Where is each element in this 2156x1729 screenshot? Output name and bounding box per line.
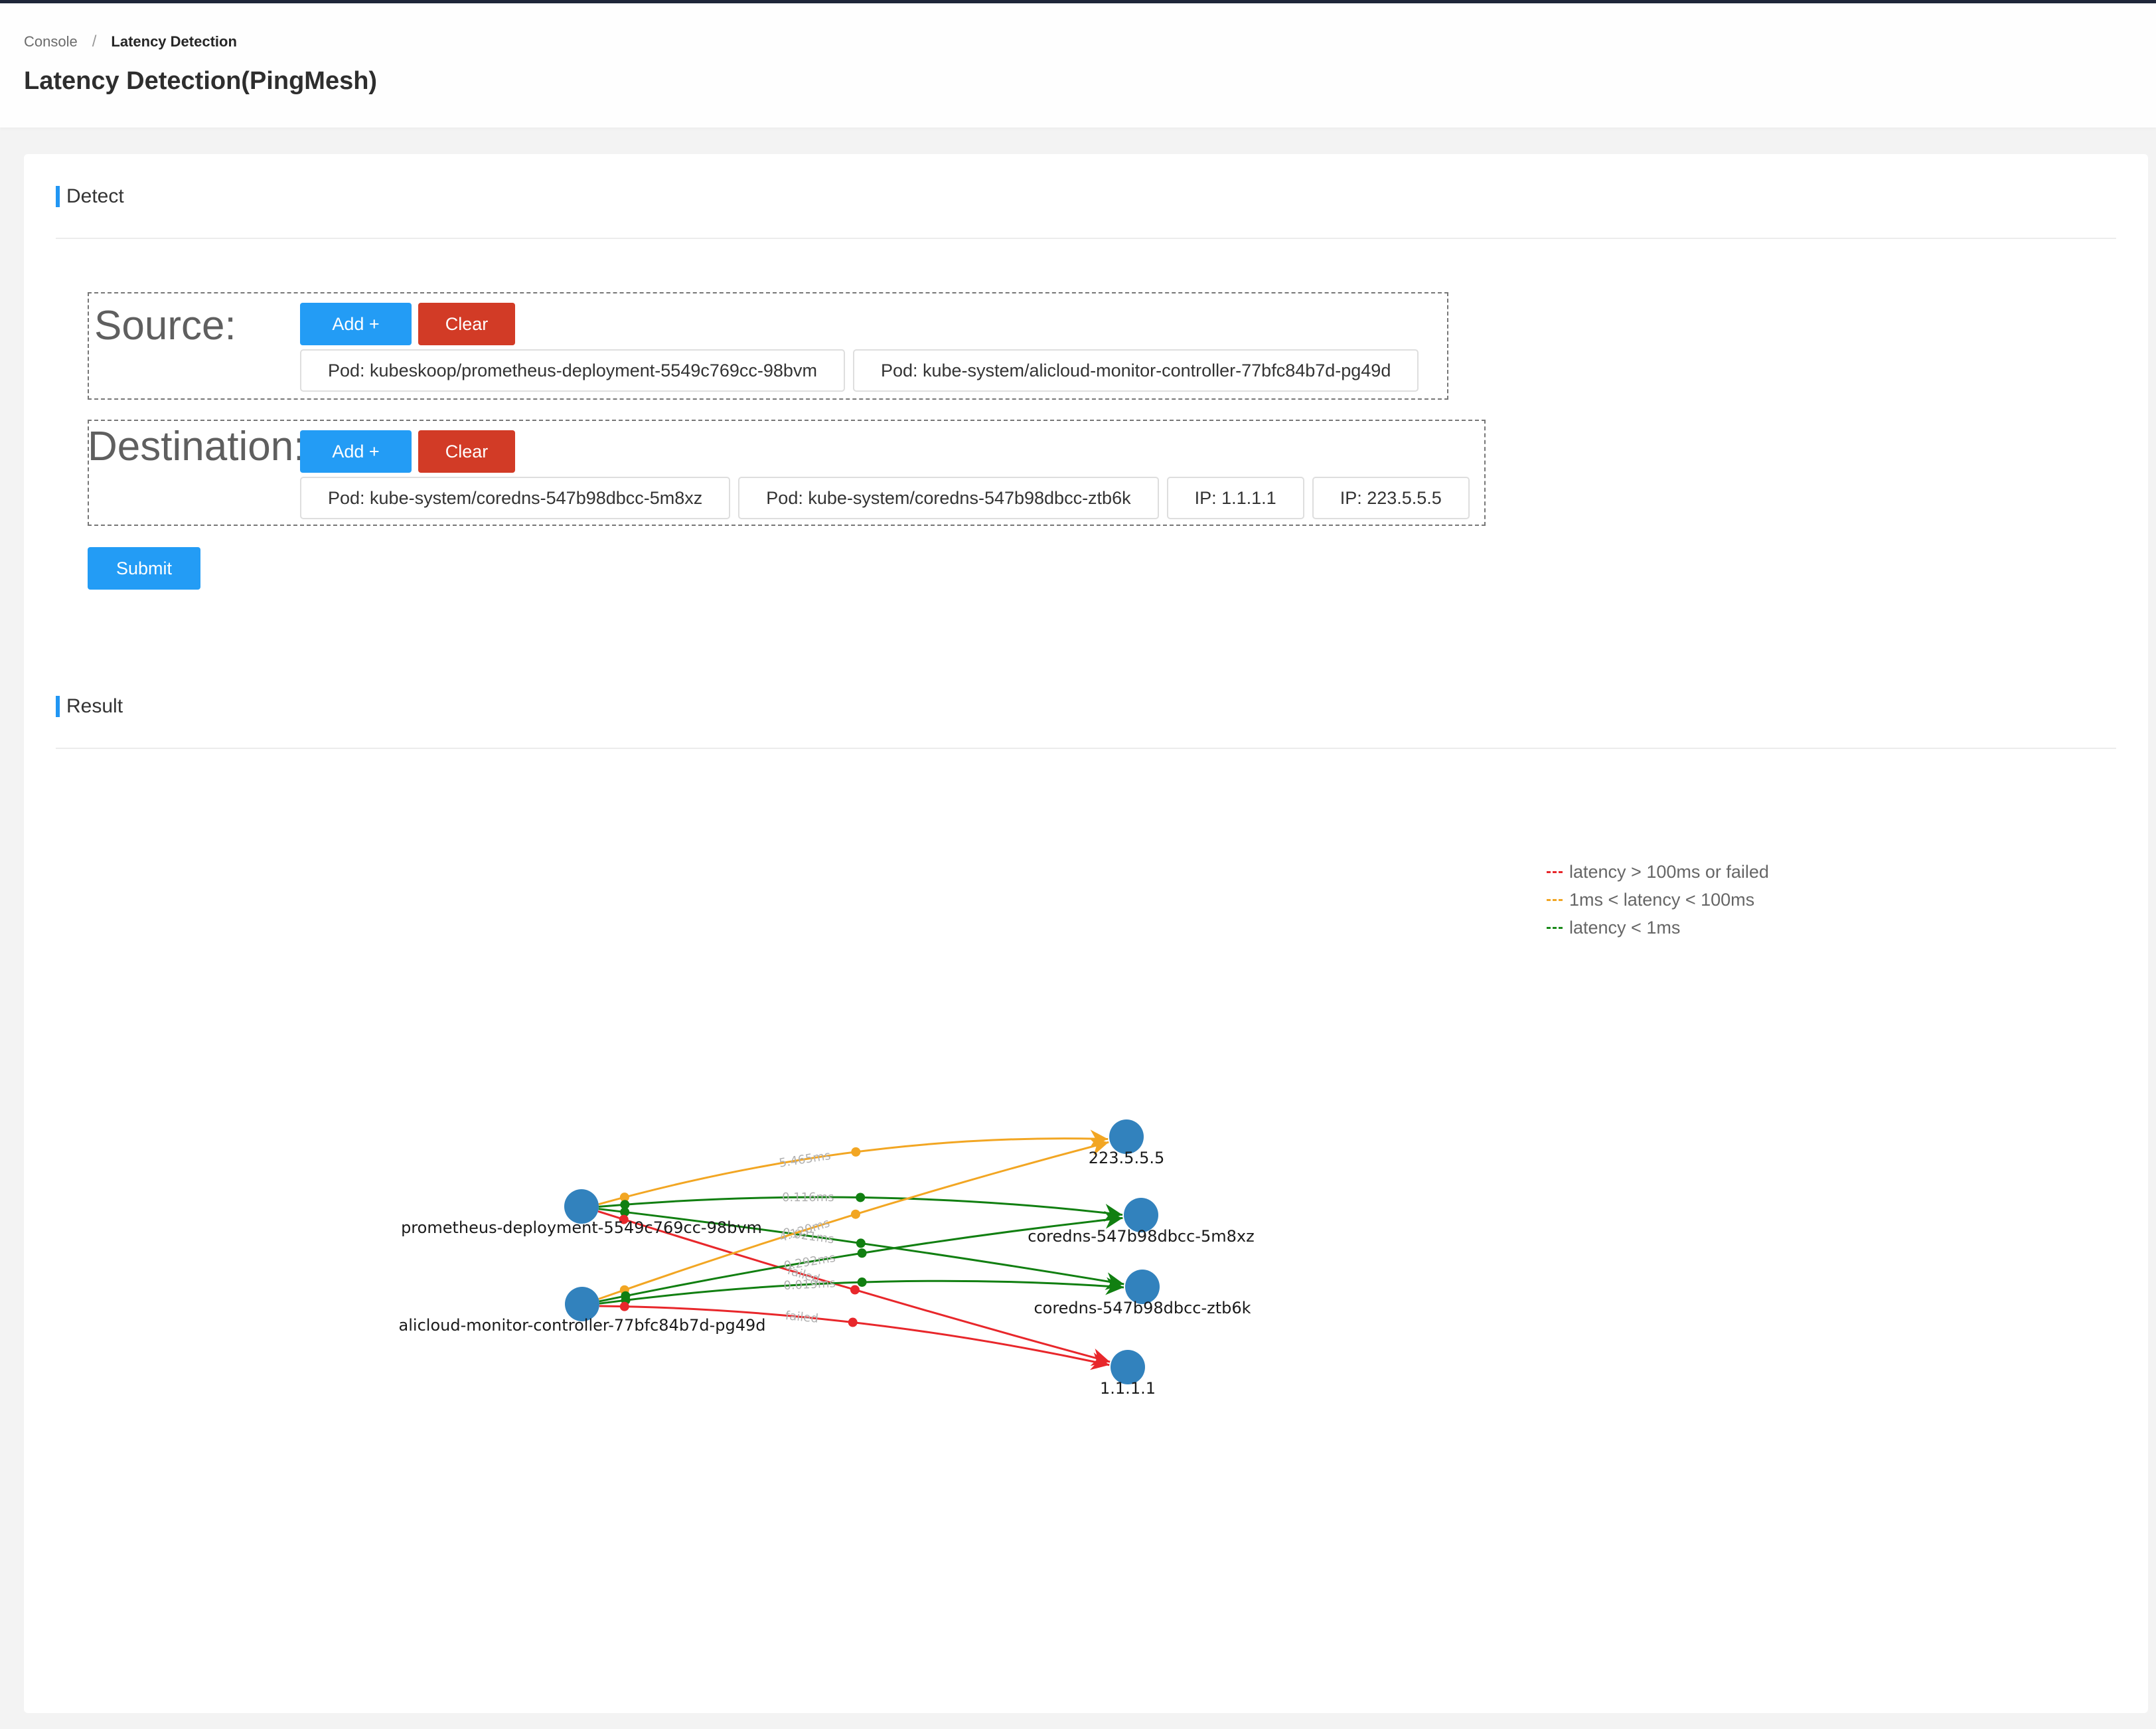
- graph-node-dns1[interactable]: coredns-547b98dbcc-5m8xz: [1028, 1198, 1255, 1246]
- node-label: 1.1.1.1: [1100, 1379, 1156, 1398]
- graph-edge[interactable]: 0.116ms: [598, 1191, 1123, 1222]
- graph-node-ip223[interactable]: 223.5.5.5: [1089, 1119, 1165, 1167]
- edge-dot: [851, 1147, 861, 1157]
- edge-label: 0.116ms: [782, 1191, 834, 1204]
- node-label: 223.5.5.5: [1089, 1149, 1165, 1167]
- edge-label: 5.465ms: [778, 1149, 832, 1171]
- node-label: coredns-547b98dbcc-5m8xz: [1028, 1227, 1254, 1246]
- node-label: coredns-547b98dbcc-ztb6k: [1034, 1299, 1251, 1317]
- edge-dot: [857, 1277, 867, 1287]
- edge-dot: [850, 1209, 860, 1219]
- edge-dot: [856, 1238, 866, 1248]
- edge-dot: [619, 1301, 629, 1311]
- edge-dot: [848, 1317, 858, 1327]
- edge-line: [599, 1305, 1110, 1370]
- edge-dot: [850, 1285, 860, 1295]
- node-label: alicloud-monitor-controller-77bfc84b7d-p…: [399, 1316, 766, 1335]
- node-label: prometheus-deployment-5549c769cc-98bvm: [401, 1218, 762, 1237]
- edge-dot: [857, 1248, 867, 1258]
- edge-label: failed: [785, 1309, 819, 1326]
- graph-edge[interactable]: 5.465ms: [598, 1129, 1109, 1206]
- edge-label: 0.019ms: [783, 1276, 836, 1293]
- graph-node-prom[interactable]: prometheus-deployment-5549c769cc-98bvm: [401, 1189, 762, 1237]
- graph-node-dns2[interactable]: coredns-547b98dbcc-ztb6k: [1034, 1270, 1251, 1317]
- pingmesh-graph: 5.465ms0.116ms0.021msfailed4.120ms0.292m…: [399, 1119, 1255, 1398]
- graph-node-ip111[interactable]: 1.1.1.1: [1100, 1350, 1156, 1398]
- edge-dot: [856, 1193, 866, 1202]
